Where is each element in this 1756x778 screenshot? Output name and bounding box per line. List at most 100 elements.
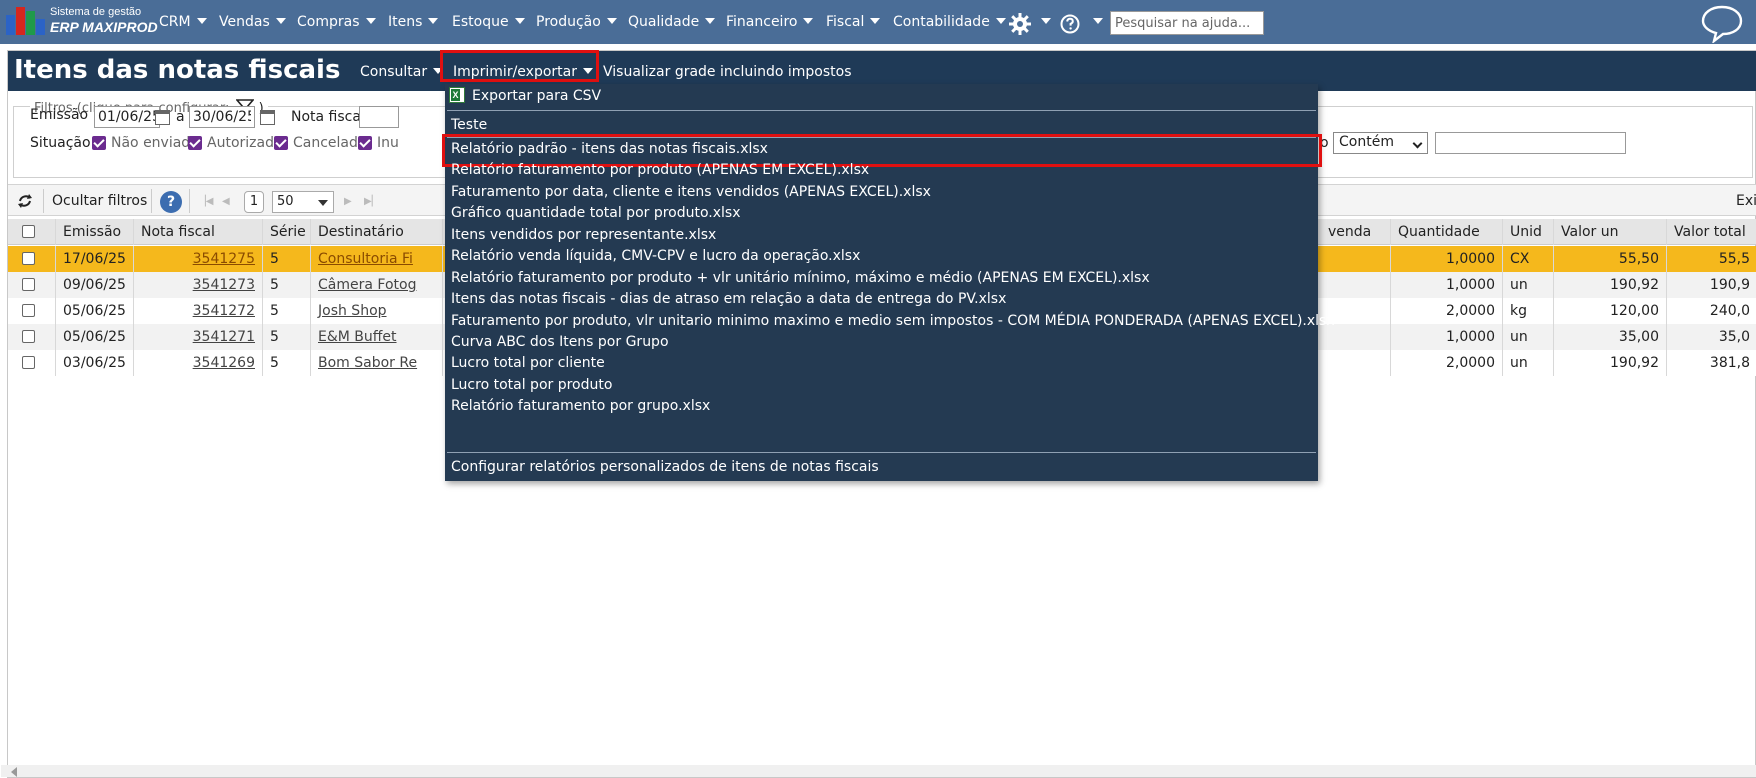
menu-compras[interactable]: Compras <box>297 14 376 30</box>
emissao-to-input[interactable] <box>189 106 255 128</box>
chevron-down-icon <box>995 18 1006 24</box>
match-type-select[interactable]: Contém <box>1333 132 1428 154</box>
first-page-icon[interactable]: ▕◀ <box>198 196 213 207</box>
help-icon[interactable] <box>1060 14 1080 34</box>
nota-fiscal-label: Nota fiscal <box>291 109 365 125</box>
consultar-menu[interactable]: Consultar <box>360 64 444 80</box>
status-checkbox-inutilizada[interactable] <box>358 136 372 150</box>
refresh-icon[interactable] <box>16 192 34 210</box>
menu-crm[interactable]: CRM <box>159 14 207 30</box>
header-serie[interactable]: Série <box>263 219 311 245</box>
grid-help-icon[interactable]: ? <box>160 191 182 213</box>
exibir-button[interactable]: Exi <box>1736 193 1756 209</box>
header-nota-fiscal[interactable]: Nota fiscal <box>134 219 263 245</box>
nota-fiscal-input[interactable] <box>359 106 399 128</box>
menu-itens[interactable]: Itens <box>388 14 439 30</box>
dropdown-item-report[interactable]: Itens das notas fiscais - dias de atraso… <box>451 291 1006 307</box>
header-valor-total[interactable]: Valor total <box>1667 219 1756 245</box>
cell-nota[interactable]: 3541272 <box>134 298 263 324</box>
cell-unid: kg <box>1503 298 1554 324</box>
dropdown-item-report[interactable]: Relatório padrão - itens das notas fisca… <box>451 141 768 157</box>
match-text-input[interactable] <box>1435 132 1626 154</box>
dropdown-item-report[interactable]: Relatório faturamento por produto + vlr … <box>451 270 1150 286</box>
ocultar-filtros-button[interactable]: Ocultar filtros <box>52 193 147 209</box>
visualizar-impostos-link[interactable]: Visualizar grade incluindo impostos <box>603 64 852 80</box>
status-label-autorizada: Autorizada <box>207 135 283 151</box>
per-page-select[interactable]: 50 <box>272 191 334 213</box>
cell-nota[interactable]: 3541271 <box>134 324 263 350</box>
cell-vtot: 35,0 <box>1718 329 1750 345</box>
imprimir-highlight-box <box>440 50 599 82</box>
dropdown-item-report[interactable]: Faturamento por produto, vlr unitario mi… <box>451 313 1335 329</box>
next-page-icon[interactable]: ▶ <box>344 196 352 207</box>
menu-qualidade[interactable]: Qualidade <box>628 14 716 30</box>
row-checkbox[interactable] <box>22 278 35 291</box>
row-checkbox[interactable] <box>22 304 35 317</box>
page-number-input[interactable]: 1 <box>244 191 264 213</box>
cell-serie: 5 <box>263 298 311 324</box>
cell-serie: 5 <box>263 350 311 376</box>
row-checkbox[interactable] <box>22 330 35 343</box>
status-checkbox-cancelada[interactable] <box>274 136 288 150</box>
dropdown-item-exportar-csv[interactable]: Exportar para CSV <box>472 88 601 104</box>
cell-dest[interactable]: Câmera Fotog <box>311 272 443 298</box>
cell-unid: CX <box>1503 246 1554 272</box>
header-destinatario[interactable]: Destinatário <box>311 219 443 245</box>
dropdown-item-configurar-relatorios[interactable]: Configurar relatórios personalizados de … <box>451 459 879 475</box>
help-search-input[interactable] <box>1110 11 1264 35</box>
menu-producao[interactable]: Produção <box>536 14 617 30</box>
cell-dest[interactable]: Josh Shop <box>311 298 443 324</box>
cell-nota[interactable]: 3541275 <box>134 246 263 272</box>
cell-dest[interactable]: Consultoria Fi <box>311 246 443 272</box>
header-venda[interactable]: venda <box>1321 219 1391 245</box>
cell-vtot: 381,8 <box>1709 355 1750 371</box>
chat-bubble-icon[interactable] <box>1700 3 1744 43</box>
emissao-from-input[interactable] <box>94 106 160 128</box>
menu-vendas[interactable]: Vendas <box>219 14 286 30</box>
menu-estoque[interactable]: Estoque <box>452 14 525 30</box>
prev-page-icon[interactable]: ◀ <box>222 196 230 207</box>
header-quantidade[interactable]: Quantidade <box>1391 219 1503 245</box>
menu-fiscal[interactable]: Fiscal <box>826 14 881 30</box>
chevron-down-icon <box>275 18 286 24</box>
cell-dest[interactable]: Bom Sabor Re <box>311 350 443 376</box>
menu-contabilidade[interactable]: Contabilidade <box>893 14 1006 30</box>
cell-dest[interactable]: E&M Buffet <box>311 324 443 350</box>
cell-nota[interactable]: 3541273 <box>134 272 263 298</box>
row-checkbox[interactable] <box>22 356 35 369</box>
calendar-icon[interactable] <box>155 110 170 125</box>
last-page-icon[interactable]: ▶▏ <box>364 196 379 207</box>
dropdown-item-report[interactable]: Lucro total por cliente <box>451 355 605 371</box>
header-valor-un[interactable]: Valor un <box>1554 219 1667 245</box>
dropdown-item-report[interactable]: Relatório venda líquida, CMV-CPV e lucro… <box>451 248 860 264</box>
row-select-cell <box>8 246 56 272</box>
cell-serie: 5 <box>263 246 311 272</box>
status-checkbox-nao-enviada[interactable] <box>92 136 106 150</box>
dropdown-item-report[interactable]: Itens vendidos por representante.xlsx <box>451 227 716 243</box>
scroll-left-icon[interactable] <box>11 767 17 777</box>
dropdown-item-report[interactable]: Curva ABC dos Itens por Grupo <box>451 334 669 350</box>
settings-chevron-icon[interactable] <box>1041 18 1051 24</box>
select-all-checkbox[interactable] <box>22 225 35 238</box>
dropdown-item-report[interactable]: Gráfico quantidade total por produto.xls… <box>451 205 741 221</box>
menu-producao-label: Produção <box>536 14 601 30</box>
calendar-icon[interactable] <box>260 110 275 125</box>
erp-logo-icon[interactable] <box>6 7 45 35</box>
cell-nota[interactable]: 3541269 <box>134 350 263 376</box>
cell-emissao: 05/06/25 <box>56 324 134 350</box>
horizontal-scrollbar[interactable] <box>1 765 1756 777</box>
dropdown-item-report[interactable]: Relatório faturamento por produto (APENA… <box>451 162 869 178</box>
gear-icon[interactable] <box>1008 12 1032 36</box>
top-navigation-bar: Sistema de gestão ERP MAXIPROD CRM Venda… <box>0 0 1756 44</box>
header-unid[interactable]: Unid <box>1503 219 1554 245</box>
dropdown-item-report[interactable]: Lucro total por produto <box>451 377 612 393</box>
help-chevron-icon[interactable] <box>1093 18 1103 24</box>
status-label-cancelada: Cancelada <box>293 135 367 151</box>
dropdown-item-report[interactable]: Relatório faturamento por grupo.xlsx <box>451 398 710 414</box>
header-emissao[interactable]: Emissão <box>56 219 134 245</box>
dropdown-item-report[interactable]: Faturamento por data, cliente e itens ve… <box>451 184 931 200</box>
row-checkbox[interactable] <box>22 252 35 265</box>
menu-financeiro[interactable]: Financeiro <box>726 14 814 30</box>
dropdown-item-teste[interactable]: Teste <box>451 117 487 133</box>
status-checkbox-autorizada[interactable] <box>188 136 202 150</box>
